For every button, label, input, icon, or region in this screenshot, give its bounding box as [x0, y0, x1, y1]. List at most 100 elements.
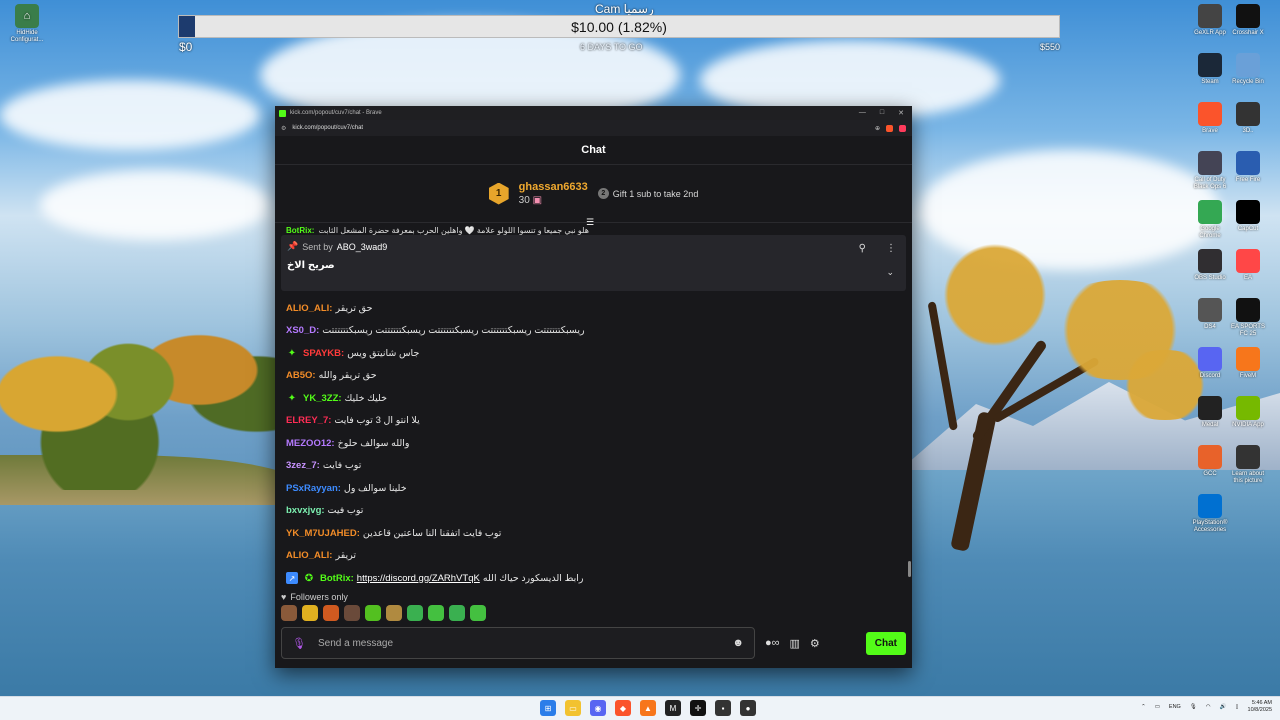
- leader-info[interactable]: ghassan6633 30 ▣: [519, 181, 588, 206]
- discord-taskbar-icon[interactable]: ◉: [590, 700, 606, 716]
- brave-rewards-icon[interactable]: [899, 124, 906, 132]
- message-username[interactable]: YK_3ZZ:: [303, 393, 342, 404]
- message-username[interactable]: ELREY_7:: [286, 415, 331, 426]
- brave-taskbar-icon[interactable]: ◆: [615, 700, 631, 716]
- tray-chevron-icon[interactable]: ⌃: [1141, 704, 1146, 710]
- desktop-icon[interactable]: GCC: [1190, 445, 1230, 478]
- emote-5[interactable]: [365, 604, 381, 621]
- desktop-icon-label: Call of Duty Black Ops 6: [1193, 177, 1227, 190]
- start-icon[interactable]: ⊞: [540, 700, 556, 716]
- emote-2[interactable]: [302, 604, 318, 621]
- emote-10[interactable]: [470, 604, 486, 621]
- file-explorer-icon[interactable]: ▭: [565, 700, 581, 716]
- url-text[interactable]: kick.com/popout/cuv7/chat: [292, 125, 363, 131]
- chevron-down-icon[interactable]: ⌄: [886, 267, 894, 278]
- mic-tray-icon[interactable]: 🎙: [1190, 704, 1197, 710]
- clock[interactable]: 5:46 AM 10/8/2025: [1248, 700, 1272, 714]
- message-username[interactable]: YK_M7UJAHED:: [286, 528, 360, 539]
- emoji-icon[interactable]: ☻: [732, 637, 744, 649]
- donation-amount: $10.00 (1.82%): [571, 19, 667, 35]
- microphone-icon[interactable]: 🎙: [292, 637, 306, 650]
- desktop-icon[interactable]: Recycle Bin: [1228, 53, 1268, 86]
- message-username[interactable]: MEZOO12:: [286, 438, 335, 449]
- desktop-icon[interactable]: DS4: [1190, 298, 1230, 331]
- message-username[interactable]: bxvxjvg:: [286, 505, 325, 516]
- message-username[interactable]: XS0_D:: [286, 325, 319, 336]
- emote-6[interactable]: [386, 604, 402, 621]
- more-options-icon[interactable]: ⋮: [886, 243, 896, 254]
- message-link[interactable]: https://discord.gg/ZARhVTqK: [357, 573, 480, 584]
- message-username[interactable]: BotRix:: [320, 573, 354, 584]
- lang-indicator[interactable]: ENG: [1169, 704, 1181, 710]
- message-username[interactable]: 3zez_7:: [286, 460, 320, 471]
- desktop-icon[interactable]: CapCut: [1228, 200, 1268, 233]
- network-icon[interactable]: ▭: [1155, 704, 1160, 710]
- volume-icon[interactable]: 🔊: [1220, 704, 1227, 710]
- medal-taskbar-icon[interactable]: M: [665, 700, 681, 716]
- desktop-icon[interactable]: 3D..: [1228, 102, 1268, 135]
- emote-4[interactable]: [344, 604, 360, 621]
- scrollbar[interactable]: [908, 561, 911, 577]
- desktop-icon[interactable]: PlayStation® Accessories: [1190, 494, 1230, 534]
- chat-header: Chat: [275, 136, 912, 165]
- desktop-icon-hidhide[interactable]: ⌂ HidHide Configurat...: [0, 4, 54, 44]
- desktop-icon[interactable]: OBS Studio: [1190, 249, 1230, 282]
- donation-subtitle: 6 DAYS TO GO: [580, 42, 643, 52]
- minimize-icon[interactable]: —: [859, 109, 866, 117]
- desktop-icon[interactable]: Google Chrome: [1190, 200, 1230, 240]
- site-settings-icon[interactable]: ⚙: [281, 125, 286, 132]
- game-taskbar-icon[interactable]: ●: [740, 700, 756, 716]
- settings-icon[interactable]: ⚙: [810, 637, 820, 650]
- chat-send-button[interactable]: Chat: [865, 631, 906, 655]
- desktop-icon[interactable]: Medal: [1190, 396, 1230, 429]
- message-input[interactable]: 🎙 Send a message ☻: [281, 627, 755, 659]
- chat-message: ✦ SPAYKB: جاس شانيتق ويس: [286, 342, 901, 365]
- desktop-icon[interactable]: GeXLR App: [1190, 4, 1230, 37]
- gift-icon: ▣: [532, 195, 543, 206]
- desktop-icon[interactable]: FiveM: [1228, 347, 1268, 380]
- collapse-icon[interactable]: ☰: [586, 217, 594, 228]
- message-username[interactable]: ALIO_ALI:: [286, 303, 332, 314]
- app-icon: [1236, 396, 1260, 420]
- gift-prompt[interactable]: 2 Gift 1 sub to take 2nd: [597, 188, 698, 199]
- desktop-icon[interactable]: NVIDIA App: [1228, 396, 1268, 429]
- desktop-icon[interactable]: EA: [1228, 249, 1268, 282]
- heart-icon: ♥: [281, 591, 287, 602]
- desktop-icon[interactable]: Call of Duty Black Ops 6: [1190, 151, 1230, 191]
- emote-3[interactable]: [323, 604, 339, 621]
- leader-count: 30 ▣: [518, 195, 543, 206]
- wifi-icon[interactable]: ◠: [1206, 704, 1211, 710]
- emote-8[interactable]: [428, 604, 444, 621]
- crosshair-taskbar-icon[interactable]: ✛: [690, 700, 706, 716]
- desktop-icon[interactable]: Discord: [1190, 347, 1230, 380]
- emote-1[interactable]: [281, 604, 297, 621]
- emote-9[interactable]: [449, 604, 465, 621]
- message-username[interactable]: SPAYKB:: [303, 348, 344, 359]
- app-icon: [1198, 396, 1222, 420]
- botrix-user[interactable]: BotRix:: [286, 227, 314, 235]
- channel-points-icon[interactable]: ●∞: [765, 637, 780, 649]
- sent-by-user[interactable]: ABO_3wad9: [337, 242, 388, 252]
- store-icon[interactable]: ▥: [790, 637, 800, 650]
- desktop-icon[interactable]: Steam: [1190, 53, 1230, 86]
- emote-7[interactable]: [407, 604, 423, 621]
- desktop-icon[interactable]: Brave: [1190, 102, 1230, 135]
- address-bar[interactable]: ⚙ kick.com/popout/cuv7/chat ⊕: [275, 120, 912, 136]
- unpin-icon[interactable]: ⚲: [859, 243, 866, 254]
- close-icon[interactable]: ✕: [898, 109, 904, 117]
- desktop-icon[interactable]: Learn about this picture: [1228, 445, 1268, 485]
- zoom-icon[interactable]: ⊕: [875, 125, 880, 132]
- desktop-icon[interactable]: Crosshair X: [1228, 4, 1268, 37]
- message-username[interactable]: AB5O:: [286, 370, 316, 381]
- fivem-taskbar-icon[interactable]: ▲: [640, 700, 656, 716]
- brave-shields-icon[interactable]: [886, 124, 893, 132]
- battery-icon[interactable]: ▯: [1236, 704, 1239, 710]
- maximize-icon[interactable]: □: [880, 109, 884, 117]
- desktop-icon[interactable]: Free Fire: [1228, 151, 1268, 184]
- message-username[interactable]: PSxRayyan:: [286, 483, 341, 494]
- terminal-taskbar-icon[interactable]: ▪: [715, 700, 731, 716]
- message-username[interactable]: ALIO_ALI:: [286, 550, 332, 561]
- desktop-icon-label: HidHide Configurat...: [10, 30, 44, 43]
- desktop-icon[interactable]: EA SPORTS FC 25: [1228, 298, 1268, 338]
- title-bar[interactable]: kick.com/popout/cuv7/chat - Brave — □ ✕: [275, 106, 912, 120]
